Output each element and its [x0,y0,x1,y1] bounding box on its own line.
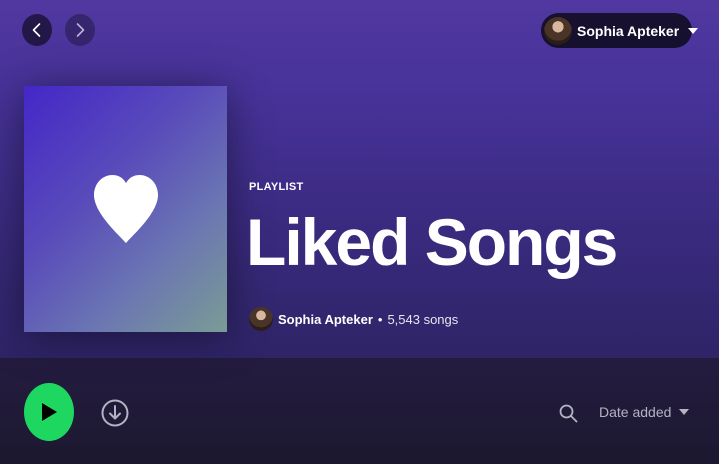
user-menu-button[interactable]: Sophia Apteker [541,13,699,48]
chevron-right-icon [76,23,85,37]
download-icon[interactable] [100,398,130,428]
caret-down-icon [688,27,699,34]
forward-button[interactable] [65,14,95,46]
owner-avatar[interactable] [249,307,273,331]
search-icon[interactable] [559,404,578,423]
play-icon [42,403,57,421]
chevron-left-icon [32,23,41,37]
heart-icon [93,175,158,243]
back-button[interactable] [22,14,52,46]
caret-down-icon [679,409,690,415]
sort-label: Date added [599,404,672,420]
playlist-meta: Sophia Apteker • 5,543 songs [249,307,458,331]
user-name: Sophia Apteker [577,22,680,39]
play-button[interactable] [24,383,74,441]
song-count: 5,543 songs [387,311,459,327]
playlist-type-label: PLAYLIST [249,181,304,193]
playlist-cover [24,86,227,332]
page-title: Liked Songs [246,205,618,279]
meta-separator: • [377,311,383,327]
avatar [544,16,572,45]
owner-link[interactable]: Sophia Apteker [278,312,373,327]
sort-dropdown[interactable]: Date added [599,404,690,420]
